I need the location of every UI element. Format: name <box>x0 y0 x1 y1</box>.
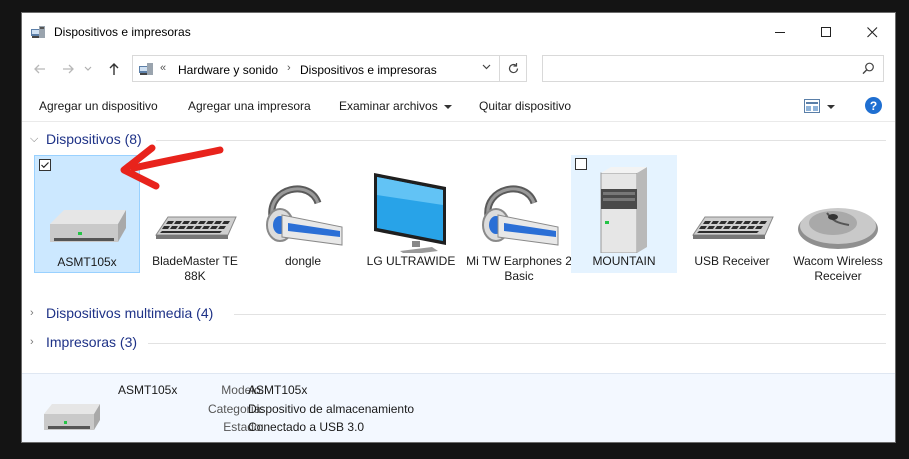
title-bar[interactable]: Dispositivos e impresoras <box>22 13 895 51</box>
device-item[interactable]: Wacom Wireless Receiver <box>785 155 891 283</box>
command-bar: Agregar un dispositivo Agregar una impre… <box>22 91 895 122</box>
group-divider <box>156 140 886 141</box>
group-divider <box>234 314 886 315</box>
keyboard-icon <box>692 216 774 239</box>
headset-icon <box>482 185 559 246</box>
device-label: ASMT105x <box>57 255 117 269</box>
group-multimedia-label: Dispositivos multimedia (4) <box>46 305 214 321</box>
maximize-icon <box>820 26 831 37</box>
chevron-right-icon[interactable]: › <box>30 307 42 319</box>
address-bar[interactable]: « Hardware y sonido › Dispositivos e imp… <box>132 55 500 82</box>
headset-icon <box>266 185 343 246</box>
browse-files-button[interactable]: Examinar archivos <box>339 99 452 113</box>
minimize-icon <box>774 31 785 33</box>
close-button[interactable] <box>849 13 895 51</box>
group-printers-label: Impresoras (3) <box>46 334 138 350</box>
recent-locations-button[interactable] <box>82 59 94 79</box>
refresh-icon <box>508 63 518 74</box>
device-label: dongle <box>284 254 322 268</box>
group-multimedia[interactable]: › Dispositivos multimedia (4) <box>30 303 213 323</box>
breadcrumb-devices-printers[interactable]: Dispositivos e impresoras <box>300 63 437 77</box>
back-button[interactable] <box>30 59 50 79</box>
drive-icon <box>44 404 100 430</box>
view-options-icon[interactable] <box>804 99 820 113</box>
chevron-down-icon[interactable] <box>482 64 491 70</box>
search-icon <box>862 62 874 75</box>
device-item[interactable]: USB Receiver <box>679 155 785 273</box>
arrow-up-icon <box>109 63 119 75</box>
caret-down-icon <box>443 104 452 109</box>
refresh-button[interactable] <box>500 55 527 82</box>
group-divider <box>148 343 886 344</box>
computer-tower-icon <box>600 167 647 253</box>
maximize-button[interactable] <box>803 13 849 51</box>
chevron-right-icon[interactable]: › <box>30 336 42 348</box>
add-printer-button[interactable]: Agregar una impresora <box>188 99 311 113</box>
detail-category-value: Dispositivo de almacenamiento <box>248 402 415 416</box>
annotation-arrow-icon <box>120 144 224 190</box>
device-label: Wacom Wireless Receiver <box>793 254 883 283</box>
devices-printers-icon <box>139 63 153 75</box>
device-label: Mi TW Earphones 2 Basic <box>466 254 572 283</box>
chevron-right-icon[interactable]: › <box>287 62 291 74</box>
mouse-icon <box>798 208 878 249</box>
search-input[interactable] <box>542 55 884 82</box>
chevron-down-icon <box>84 66 92 71</box>
address-row: « Hardware y sonido › Dispositivos e imp… <box>22 53 895 83</box>
help-button[interactable]: ? <box>865 97 882 114</box>
details-pane: ASMT105x Modelo: ASMT105x Categoría: Dis… <box>22 373 895 442</box>
device-item[interactable]: LG ULTRAWIDE <box>358 155 464 273</box>
group-printers[interactable]: › Impresoras (3) <box>30 332 137 352</box>
device-label: USB Receiver <box>694 254 770 268</box>
minimize-button[interactable] <box>757 13 803 51</box>
detail-status-label: Estado: <box>223 420 264 434</box>
browse-files-label: Examinar archivos <box>339 99 438 113</box>
device-label: BladeMaster TE 88K <box>152 254 238 283</box>
monitor-icon <box>374 173 446 253</box>
detail-status-value: Conectado a USB 3.0 <box>248 420 365 434</box>
device-item[interactable]: Mi TW Earphones 2 Basic <box>466 155 572 283</box>
devices-printers-icon <box>31 26 45 38</box>
chevron-down-icon[interactable]: ⌵ <box>30 133 42 146</box>
detail-category-label: Categoría: <box>207 402 264 416</box>
add-device-button[interactable]: Agregar un dispositivo <box>39 99 158 113</box>
devices-printers-window: Dispositivos e impresoras « Hardware y s… <box>21 12 896 443</box>
arrow-right-icon <box>63 64 74 74</box>
breadcrumb-hardware-sound[interactable]: Hardware y sonido <box>178 63 278 77</box>
up-button[interactable] <box>104 59 124 79</box>
address-overflow[interactable]: « <box>160 62 166 74</box>
window-title: Dispositivos e impresoras <box>54 25 191 39</box>
close-icon <box>866 26 877 37</box>
remove-device-button[interactable]: Quitar dispositivo <box>479 99 571 113</box>
detail-model-label: Modelo: <box>221 383 264 397</box>
view-options-caret-icon[interactable] <box>827 105 835 109</box>
forward-button[interactable] <box>58 59 78 79</box>
device-item[interactable]: dongle <box>250 155 356 273</box>
arrow-left-icon <box>34 64 45 74</box>
detail-model-value: ASMT105x <box>248 383 308 397</box>
device-label: MOUNTAIN <box>592 254 656 268</box>
device-label: LG ULTRAWIDE <box>366 254 456 268</box>
device-item[interactable]: MOUNTAIN <box>571 155 677 273</box>
